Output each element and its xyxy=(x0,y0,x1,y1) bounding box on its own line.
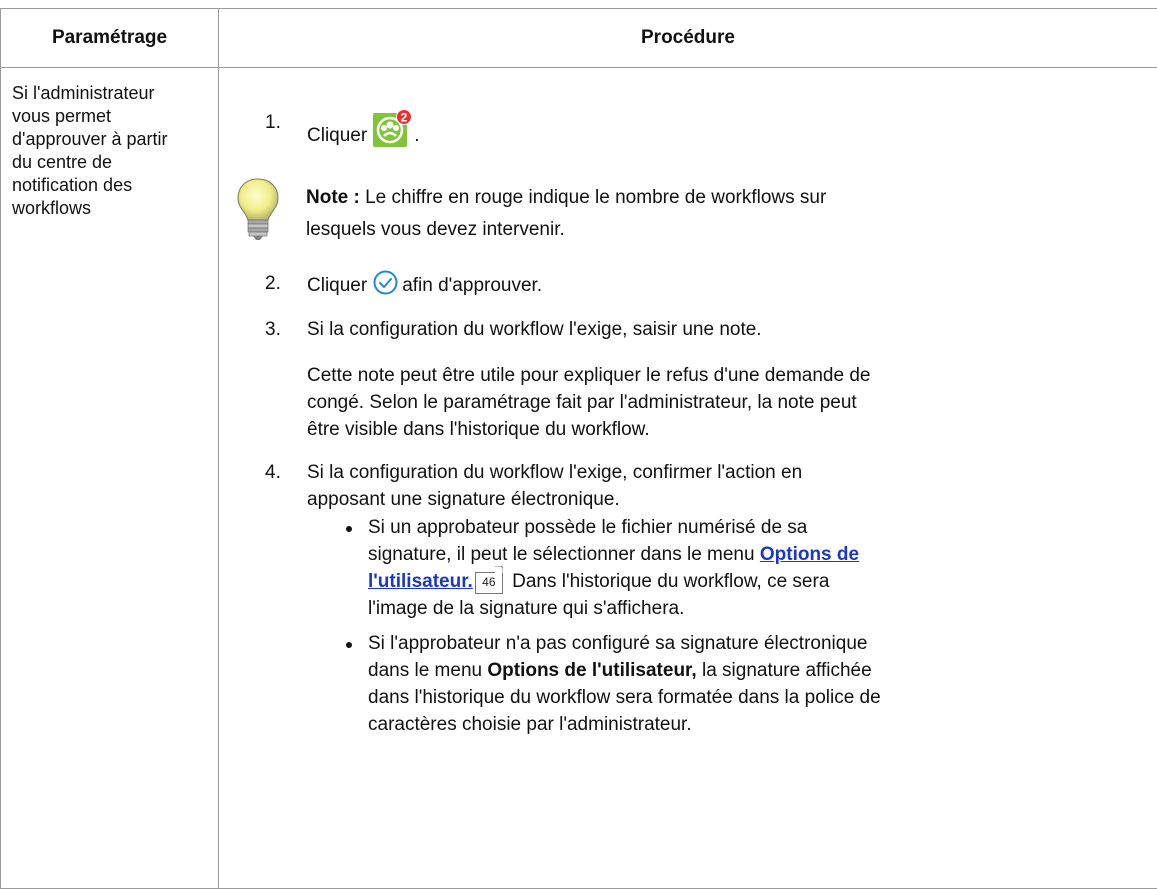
procedure-cell: 1. Cliquer 2 . xyxy=(219,68,1157,889)
list-item-line: Si l'approbateur n'a pas configuré sa si… xyxy=(368,630,1152,657)
settings-line: d'approuver à partir xyxy=(12,128,210,151)
step-text: Si la configuration du workflow l'exige,… xyxy=(307,316,1145,344)
list-item-line: signature, il peut le sélectionner dans … xyxy=(368,541,1152,568)
list-item-line: l'utilisateur. 46 Dans l'historique du wo… xyxy=(368,568,1152,595)
step-3: 3. Si la configuration du workflow l'exi… xyxy=(265,316,1145,344)
list-item-text: Dans l'historique du workflow, ce sera xyxy=(507,571,830,592)
step-2: 2. Cliquer afin d'approuver. xyxy=(265,270,1125,300)
paragraph-line: être visible dans l'historique du workfl… xyxy=(307,416,1157,443)
workflow-notification-icon[interactable]: 2 xyxy=(373,109,413,149)
note-line-2: lesquels vous devez intervenir. xyxy=(306,214,1086,246)
page-fold-icon xyxy=(495,566,503,574)
badge-count: 2 xyxy=(401,111,408,125)
list-item-line: caractères choisie par l'administrateur. xyxy=(368,711,1152,738)
user-options-menu-name: Options de l'utilisateur, xyxy=(487,660,696,681)
step-text: Cliquer xyxy=(307,275,367,296)
lightbulb-icon xyxy=(234,176,282,242)
list-item-line: l'image de la signature qui s'affichera. xyxy=(368,595,1152,622)
page-reference-number: 46 xyxy=(482,575,495,589)
signature-options-list: Si un approbateur possède le fichier num… xyxy=(337,514,1152,738)
table-header-row: Paramétrage Procédure xyxy=(1,9,1157,68)
step-1: 1. Cliquer 2 . xyxy=(265,109,1125,150)
list-item: Si l'approbateur n'a pas configuré sa si… xyxy=(337,630,1152,738)
settings-cell: Si l'administrateur vous permet d'approu… xyxy=(1,68,219,889)
step-3-paragraph: Cette note peut être utile pour explique… xyxy=(307,362,1157,443)
step-text: Si la configuration du workflow l'exige,… xyxy=(307,459,1145,513)
settings-line: du centre de xyxy=(12,151,210,174)
user-options-link[interactable]: Options de xyxy=(760,544,859,565)
list-item-line: dans l'historique du workflow sera forma… xyxy=(368,684,1152,711)
list-item: Si un approbateur possède le fichier num… xyxy=(337,514,1152,622)
procedure-table: Paramétrage Procédure Si l'administrateu… xyxy=(0,8,1157,889)
step-text-end: . xyxy=(414,125,419,146)
user-options-link-cont[interactable]: l'utilisateur. xyxy=(368,571,473,592)
list-item-text: signature, il peut le sélectionner dans … xyxy=(368,544,760,565)
step-number: 2. xyxy=(265,270,295,298)
step-number: 4. xyxy=(265,459,295,487)
header-parametrage: Paramétrage xyxy=(1,9,219,68)
step-line: apposant une signature électronique. xyxy=(307,486,1145,513)
settings-line: workflows xyxy=(12,197,210,220)
step-number: 3. xyxy=(265,316,295,344)
note-label: Note : xyxy=(306,187,360,208)
list-item-text: dans le menu xyxy=(368,660,487,681)
table-row: Si l'administrateur vous permet d'approu… xyxy=(1,68,1157,889)
step-text-end: afin d'approuver. xyxy=(402,275,542,296)
settings-line: vous permet xyxy=(12,105,210,128)
note-line: Note : Le chiffre en rouge indique le no… xyxy=(306,182,1086,214)
step-4: 4. Si la configuration du workflow l'exi… xyxy=(265,459,1145,513)
paragraph-line: Cette note peut être utile pour explique… xyxy=(307,362,1157,389)
approve-check-icon[interactable] xyxy=(373,270,398,295)
note-line-1: Le chiffre en rouge indique le nombre de… xyxy=(360,187,826,208)
settings-line: notification des xyxy=(12,174,210,197)
step-line: Si la configuration du workflow l'exige,… xyxy=(307,459,1145,486)
list-item-line: Si un approbateur possède le fichier num… xyxy=(368,514,1152,541)
note-text: Note : Le chiffre en rouge indique le no… xyxy=(306,182,1086,246)
step-number: 1. xyxy=(265,109,295,137)
settings-line: Si l'administrateur xyxy=(12,82,210,105)
paragraph-line: congé. Selon le paramétrage fait par l'a… xyxy=(307,389,1157,416)
list-item-line: dans le menu Options de l'utilisateur, l… xyxy=(368,657,1152,684)
step-text: Cliquer xyxy=(307,125,367,146)
list-item-text: la signature affichée xyxy=(697,660,872,681)
page-reference[interactable]: 46 xyxy=(475,573,503,594)
header-procedure: Procédure xyxy=(219,9,1157,68)
